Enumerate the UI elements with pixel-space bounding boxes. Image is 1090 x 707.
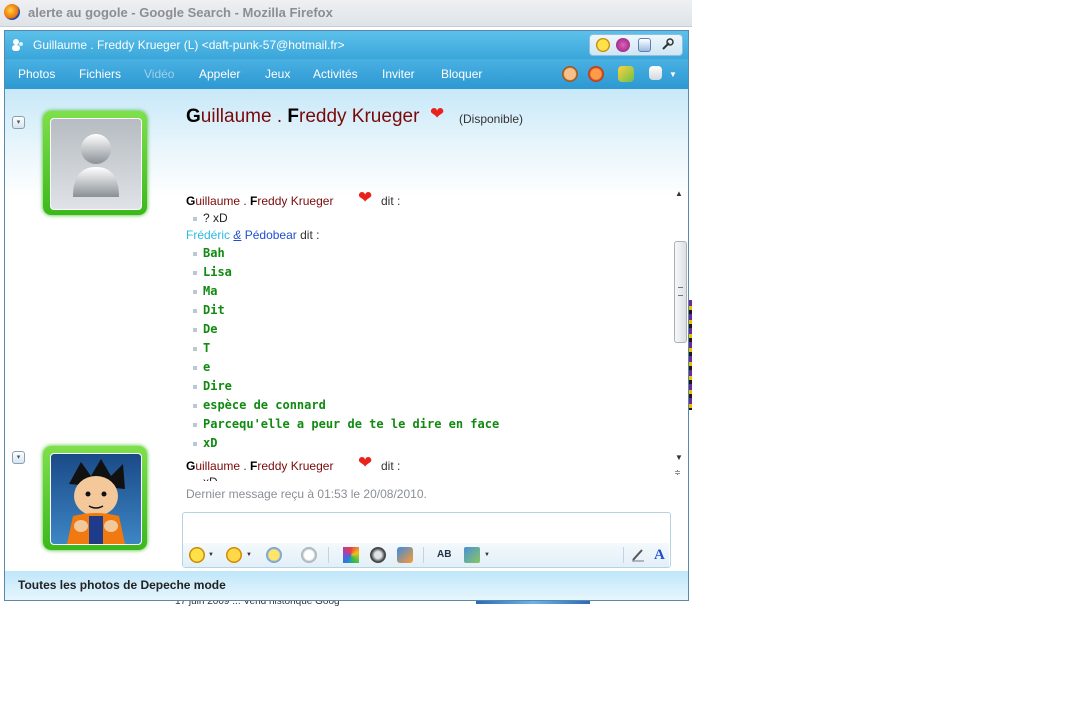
- heart-icon: ❤: [430, 104, 445, 123]
- chat-window-title: Guillaume . Freddy Krueger (L) <daft-pun…: [33, 38, 345, 52]
- contact-display-name: Guillaume . Freddy Krueger: [186, 106, 420, 127]
- messenger-chat-window: Guillaume . Freddy Krueger (L) <daft-pun…: [4, 30, 689, 601]
- dit-label: dit :: [381, 194, 401, 208]
- nudge-icon[interactable]: [266, 547, 282, 563]
- menu-fichiers[interactable]: Fichiers: [79, 67, 121, 81]
- compose-toolbar: ▼ ▼ AB ▼ A: [183, 543, 669, 567]
- emoticon-icon[interactable]: [189, 547, 205, 563]
- messenger-buddy-icon: [12, 39, 23, 51]
- message-2-line: Dit: [203, 303, 225, 317]
- messenger-footer: Toutes les photos de Depeche mode: [5, 571, 688, 600]
- dit-label: dit :: [381, 459, 401, 473]
- message-2-line: Bah: [203, 246, 225, 260]
- background-icon[interactable]: [638, 38, 651, 52]
- wink-icon[interactable]: [616, 38, 630, 52]
- message-2-line: Parcequ'elle a peur de te le dire en fac…: [203, 417, 500, 431]
- bullet-icon: [193, 290, 197, 294]
- message-3-text: xD: [203, 475, 218, 481]
- bullet-icon: [193, 442, 197, 446]
- toolbar-separator: [423, 547, 424, 563]
- bullet-icon: [193, 217, 197, 221]
- contact-avatar[interactable]: [43, 111, 147, 215]
- scrollbar-thumb[interactable]: [674, 241, 687, 343]
- messenger-menubar: Photos Fichiers Vidéo Appeler Jeux Activ…: [5, 59, 688, 89]
- heart-icon: ❤: [358, 189, 373, 207]
- bullet-icon: [193, 347, 197, 351]
- bullet-icon: [193, 366, 197, 370]
- message-2-line: Ma: [203, 284, 218, 298]
- wrench-icon[interactable]: [660, 38, 674, 52]
- chevron-down-icon[interactable]: ▼: [208, 552, 214, 558]
- scroll-up-arrow-icon[interactable]: ▲: [675, 189, 683, 198]
- wink-icon[interactable]: [226, 547, 242, 563]
- firefox-titlebar: alerte au gogole - Google Search - Mozil…: [0, 0, 692, 27]
- bullet-icon: [193, 423, 197, 427]
- collapse-own-avatar-button[interactable]: ▾: [12, 451, 25, 464]
- chevron-down-icon[interactable]: ▼: [246, 552, 252, 558]
- menu-photos[interactable]: Photos: [18, 67, 55, 81]
- firefox-logo-icon: [4, 4, 20, 20]
- messenger-titlebar: Guillaume . Freddy Krueger (L) <daft-pun…: [5, 31, 688, 59]
- message-2-line: Lisa: [203, 265, 232, 279]
- sound-icon[interactable]: [370, 547, 386, 563]
- menu-video: Vidéo: [144, 67, 175, 81]
- background-color-icon[interactable]: [343, 547, 359, 563]
- collapse-contact-avatar-button[interactable]: ▾: [12, 116, 25, 129]
- toolbar-separator: [328, 547, 329, 563]
- font-icon[interactable]: A: [654, 547, 670, 563]
- bullet-icon: [193, 271, 197, 275]
- voice-clip-icon[interactable]: [301, 547, 317, 563]
- menu-bloquer[interactable]: Bloquer: [441, 67, 482, 81]
- message-2-line: T: [203, 341, 211, 355]
- message-2-line: e: [203, 360, 211, 374]
- translate-icon[interactable]: AB: [437, 547, 453, 563]
- bullet-icon: [193, 252, 197, 256]
- display-menu-icon[interactable]: [649, 66, 662, 80]
- default-user-picture: [50, 118, 142, 210]
- footer-ad-text[interactable]: Toutes les photos de Depeche mode: [18, 578, 226, 592]
- message-2-line: Dire: [203, 379, 232, 393]
- toolbar-separator: [623, 547, 624, 563]
- last-message-status: Dernier message reçu à 01:53 le 20/08/20…: [186, 487, 427, 501]
- resize-splitter-icon[interactable]: ≑: [674, 468, 681, 477]
- activities-icon[interactable]: [588, 66, 604, 82]
- firefox-window-title: alerte au gogole - Google Search - Mozil…: [28, 5, 333, 20]
- emoticon-icon[interactable]: [596, 38, 610, 52]
- own-user-picture: [50, 453, 142, 545]
- handwriting-icon[interactable]: [630, 547, 646, 563]
- message-2-header: Frédéric & Pédobear dit :: [186, 228, 320, 242]
- bullet-icon: [193, 309, 197, 313]
- conversation-history: Guillaume . Freddy Krueger ❤ dit : ? xD …: [181, 189, 671, 481]
- menu-appeler[interactable]: Appeler: [199, 67, 240, 81]
- games-icon[interactable]: [562, 66, 578, 82]
- message-1-text: ? xD: [203, 211, 228, 225]
- menu-jeux[interactable]: Jeux: [265, 67, 290, 81]
- menu-inviter[interactable]: Inviter: [382, 67, 415, 81]
- bullet-icon: [193, 385, 197, 389]
- own-avatar[interactable]: [43, 446, 147, 550]
- message-2-line: De: [203, 322, 218, 336]
- menu-activites[interactable]: Activités: [313, 67, 358, 81]
- message-3-header: Guillaume . Freddy Krueger: [186, 459, 334, 473]
- nudge-icon[interactable]: [618, 66, 634, 82]
- bullet-icon: [193, 328, 197, 332]
- gift-icon[interactable]: [397, 547, 413, 563]
- chevron-down-icon[interactable]: ▼: [669, 70, 677, 79]
- chevron-down-icon[interactable]: ▼: [484, 552, 490, 558]
- message-1-header: Guillaume . Freddy Krueger: [186, 194, 334, 208]
- message-2-line: espèce de connard: [203, 398, 326, 412]
- message-2-line: xD: [203, 436, 218, 450]
- grip-icon: [678, 287, 683, 296]
- conversation-scrollbar[interactable]: ▲ ▼: [673, 189, 687, 481]
- title-tools-panel: [589, 34, 683, 56]
- heart-icon: ❤: [358, 453, 373, 472]
- contact-status: (Disponible): [459, 112, 524, 126]
- bullet-icon: [193, 404, 197, 408]
- scroll-down-arrow-icon[interactable]: ▼: [675, 453, 683, 462]
- image-icon[interactable]: [464, 547, 480, 563]
